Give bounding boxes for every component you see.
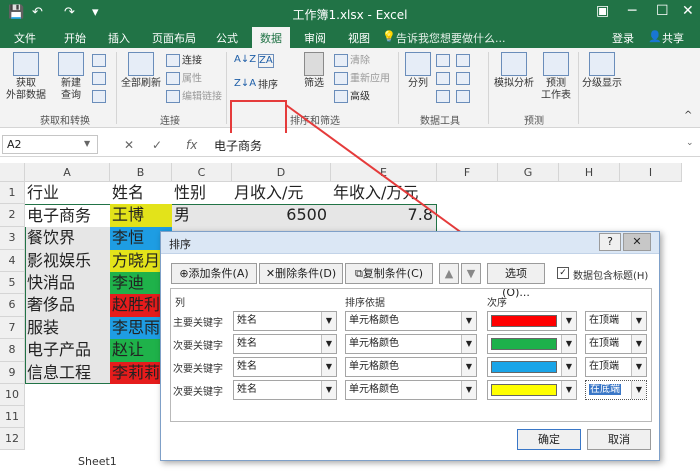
sort-column-select[interactable]: 姓名 ▼	[233, 357, 337, 377]
copy-icon: ⧉	[354, 267, 363, 280]
delete-icon: ✕	[265, 267, 276, 280]
delete-level-label: 删除条件(D)	[275, 267, 337, 280]
order-color-select[interactable]: ▼	[487, 357, 577, 377]
add-level-button[interactable]: ⊕添加条件(A)	[171, 263, 257, 284]
dialog-title: 排序	[169, 238, 191, 251]
dropdown-arrow-icon: ▼	[461, 312, 476, 330]
order-position-value: 在顶端	[589, 361, 619, 372]
dropdown-arrow-icon: ▼	[561, 335, 576, 353]
sort-on-value: 单元格颜色	[349, 338, 399, 349]
sort-on-select[interactable]: 单元格颜色 ▼	[345, 334, 477, 354]
add-level-label: 添加条件(A)	[188, 267, 249, 280]
sort-column-value: 姓名	[237, 384, 257, 395]
sort-on-select[interactable]: 单元格颜色 ▼	[345, 311, 477, 331]
column-header-label: 列	[175, 298, 185, 309]
dropdown-arrow-icon: ▼	[321, 335, 336, 353]
sort-column-select[interactable]: 姓名 ▼	[233, 380, 337, 400]
sort-column-select[interactable]: 姓名 ▼	[233, 334, 337, 354]
has-headers-label: 数据包含标题(H)	[573, 271, 649, 282]
cancel-button[interactable]: 取消	[587, 429, 651, 450]
dropdown-arrow-icon: ▼	[321, 312, 336, 330]
order-position-select[interactable]: 在顶端 ▼	[585, 357, 647, 377]
sort-column-value: 姓名	[237, 361, 257, 372]
order-position-select[interactable]: 在顶端 ▼	[585, 311, 647, 331]
dropdown-arrow-icon: ▼	[461, 335, 476, 353]
sort-on-select[interactable]: 单元格颜色 ▼	[345, 357, 477, 377]
order-position-value: 在顶端	[589, 338, 619, 349]
sheet-tab[interactable]: Sheet1	[78, 455, 117, 468]
dialog-titlebar: 排序 ? ✕	[161, 232, 659, 254]
sort-column-value: 姓名	[237, 338, 257, 349]
close-button[interactable]: ✕	[623, 233, 651, 251]
sheet-tab-label: Sheet1	[78, 455, 117, 468]
sort-key-label: 次要关键字	[173, 341, 223, 352]
move-up-button[interactable]: ▲	[439, 263, 459, 284]
color-swatch	[491, 315, 557, 327]
dropdown-arrow-icon: ▼	[631, 381, 646, 399]
sort-on-value: 单元格颜色	[349, 361, 399, 372]
order-color-select[interactable]: ▼	[487, 380, 577, 400]
has-headers-checkbox[interactable]: ✓	[557, 267, 569, 279]
dropdown-arrow-icon: ▼	[561, 358, 576, 376]
dropdown-arrow-icon: ▼	[321, 381, 336, 399]
dropdown-arrow-icon: ▼	[561, 381, 576, 399]
sort-column-value: 姓名	[237, 315, 257, 326]
sort-on-value: 单元格颜色	[349, 384, 399, 395]
sort-on-select[interactable]: 单元格颜色 ▼	[345, 380, 477, 400]
order-position-value: 在顶端	[589, 315, 619, 326]
color-swatch	[491, 361, 557, 373]
dropdown-arrow-icon: ▼	[561, 312, 576, 330]
add-icon: ⊕	[179, 267, 189, 280]
options-button[interactable]: 选项(O)...	[487, 263, 545, 299]
help-button[interactable]: ?	[599, 233, 621, 251]
color-swatch	[491, 384, 557, 396]
order-position-select[interactable]: 在顶端 ▼	[585, 334, 647, 354]
order-color-select[interactable]: ▼	[487, 311, 577, 331]
order-header-label: 次序	[487, 298, 507, 309]
order-position-value: 在底端	[589, 384, 621, 395]
move-down-button[interactable]: ▼	[461, 263, 481, 284]
dropdown-arrow-icon: ▼	[631, 358, 646, 376]
sort-key-label: 次要关键字	[173, 387, 223, 398]
dropdown-arrow-icon: ▼	[631, 312, 646, 330]
order-color-select[interactable]: ▼	[487, 334, 577, 354]
ok-button[interactable]: 确定	[517, 429, 581, 450]
sort-on-value: 单元格颜色	[349, 315, 399, 326]
sort-on-header-label: 排序依据	[345, 298, 385, 309]
sort-key-label: 主要关键字	[173, 318, 223, 329]
sort-dialog: 排序 ? ✕ ⊕添加条件(A) ✕删除条件(D) ⧉复制条件(C) ▲ ▼ 选项…	[160, 231, 660, 461]
dropdown-arrow-icon: ▼	[321, 358, 336, 376]
dropdown-arrow-icon: ▼	[631, 335, 646, 353]
dropdown-arrow-icon: ▼	[461, 381, 476, 399]
sort-column-select[interactable]: 姓名 ▼	[233, 311, 337, 331]
copy-level-button[interactable]: ⧉复制条件(C)	[345, 263, 433, 284]
order-position-select[interactable]: 在底端 ▼	[585, 380, 647, 400]
copy-level-label: 复制条件(C)	[362, 267, 424, 280]
dropdown-arrow-icon: ▼	[461, 358, 476, 376]
sort-key-label: 次要关键字	[173, 364, 223, 375]
sort-levels-list	[170, 288, 652, 422]
delete-level-button[interactable]: ✕删除条件(D)	[259, 263, 343, 284]
color-swatch	[491, 338, 557, 350]
